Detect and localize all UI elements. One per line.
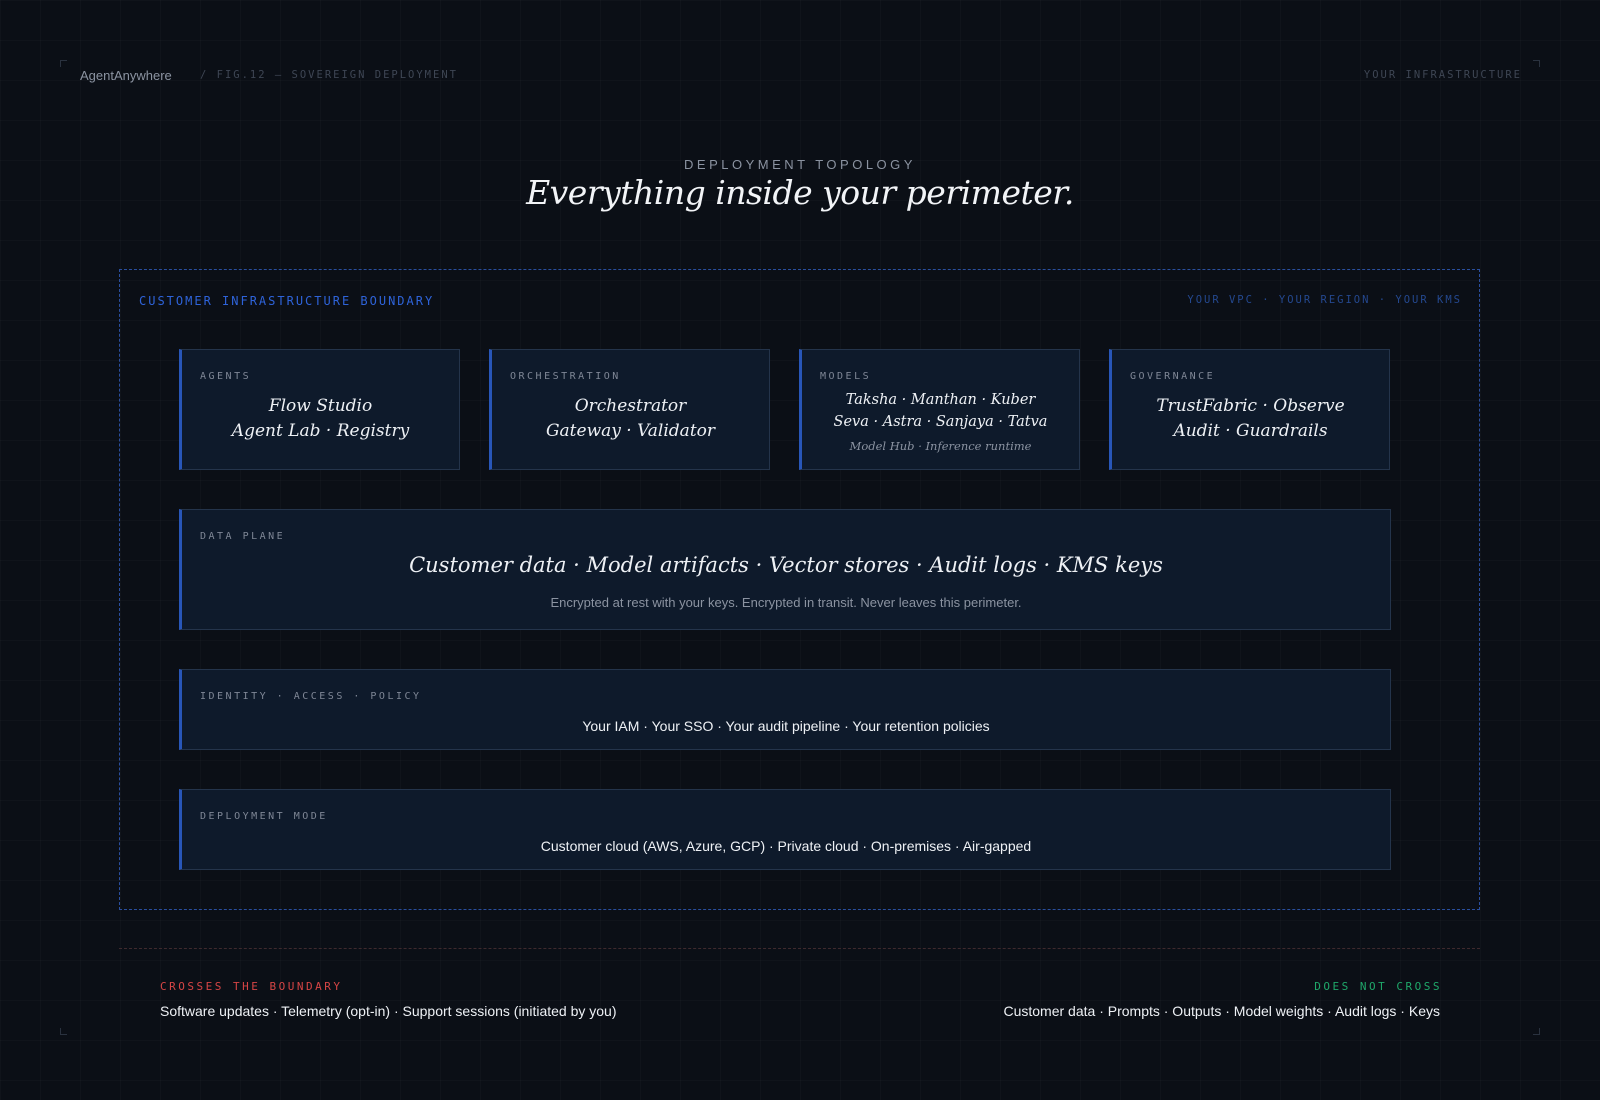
boundary-divider (119, 948, 1480, 949)
brand-name: AgentAnywhere (80, 68, 172, 83)
card-body: Taksha · Manthan · Kuber Seva · Astra · … (802, 389, 1079, 433)
card-line: Flow Studio (268, 396, 373, 416)
models-card: MODELS Taksha · Manthan · Kuber Seva · A… (799, 349, 1080, 470)
does-not-cross-text: Customer data · Prompts · Outputs · Mode… (1003, 1003, 1440, 1019)
corner-mark-top-left (60, 60, 67, 67)
card-body: Orchestrator Gateway · Validator (492, 394, 769, 444)
page-headline: Everything inside your perimeter. (526, 173, 1074, 212)
card-line: TrustFabric · Observe (1156, 396, 1345, 416)
boundary-label: CUSTOMER INFRASTRUCTURE BOUNDARY (139, 294, 435, 308)
data-plane-note: Encrypted at rest with your keys. Encryp… (550, 595, 1022, 610)
data-plane-card: DATA PLANE Customer data · Model artifac… (179, 509, 1391, 630)
card-line: Seva · Astra · Sanjaya · Tatva (833, 414, 1048, 430)
governance-card: GOVERNANCE TrustFabric · Observe Audit ·… (1109, 349, 1390, 470)
card-line: Orchestrator (574, 396, 687, 416)
does-not-cross-label: DOES NOT CROSS (1314, 980, 1442, 993)
data-plane-title: Customer data · Model artifacts · Vector… (409, 553, 1163, 577)
card-label: ORCHESTRATION (510, 371, 621, 382)
card-label: DATA PLANE (200, 531, 286, 542)
corner-mark-bottom-left (60, 1028, 67, 1035)
top-bar: AgentAnywhere / FIG.12 — SOVEREIGN DEPLO… (80, 68, 1522, 84)
section-eyebrow: DEPLOYMENT TOPOLOGY (684, 157, 916, 172)
card-body: Flow Studio Agent Lab · Registry (182, 394, 459, 444)
deployment-text: Customer cloud (AWS, Azure, GCP) · Priva… (540, 838, 1032, 854)
boundary-meta: YOUR VPC · YOUR REGION · YOUR KMS (1187, 294, 1462, 306)
crosses-boundary-label: CROSSES THE BOUNDARY (160, 980, 343, 993)
crosses-boundary-text: Software updates · Telemetry (opt-in) · … (160, 1003, 617, 1019)
card-body: TrustFabric · Observe Audit · Guardrails (1112, 394, 1389, 444)
card-label: GOVERNANCE (1130, 371, 1216, 382)
corner-mark-top-right (1533, 60, 1540, 67)
card-label: DEPLOYMENT MODE (200, 811, 328, 822)
agents-card: AGENTS Flow Studio Agent Lab · Registry (179, 349, 460, 470)
identity-text: Your IAM · Your SSO · Your audit pipelin… (582, 718, 990, 734)
card-subtitle: Model Hub · Inference runtime (849, 439, 1032, 453)
card-label: MODELS (820, 371, 872, 382)
figure-label: / FIG.12 — SOVEREIGN DEPLOYMENT (200, 69, 458, 81)
top-right-label: YOUR INFRASTRUCTURE (1363, 69, 1522, 81)
identity-card: IDENTITY · ACCESS · POLICY Your IAM · Yo… (179, 669, 1391, 750)
card-line: Agent Lab · Registry (231, 421, 410, 441)
card-line: Audit · Guardrails (1173, 421, 1328, 441)
card-line: Gateway · Validator (545, 421, 716, 441)
corner-mark-bottom-right (1533, 1028, 1540, 1035)
card-line: Taksha · Manthan · Kuber (845, 392, 1036, 408)
card-label: IDENTITY · ACCESS · POLICY (200, 691, 422, 702)
orchestration-card: ORCHESTRATION Orchestrator Gateway · Val… (489, 349, 770, 470)
card-label: AGENTS (200, 371, 252, 382)
deployment-mode-card: DEPLOYMENT MODE Customer cloud (AWS, Azu… (179, 789, 1391, 870)
